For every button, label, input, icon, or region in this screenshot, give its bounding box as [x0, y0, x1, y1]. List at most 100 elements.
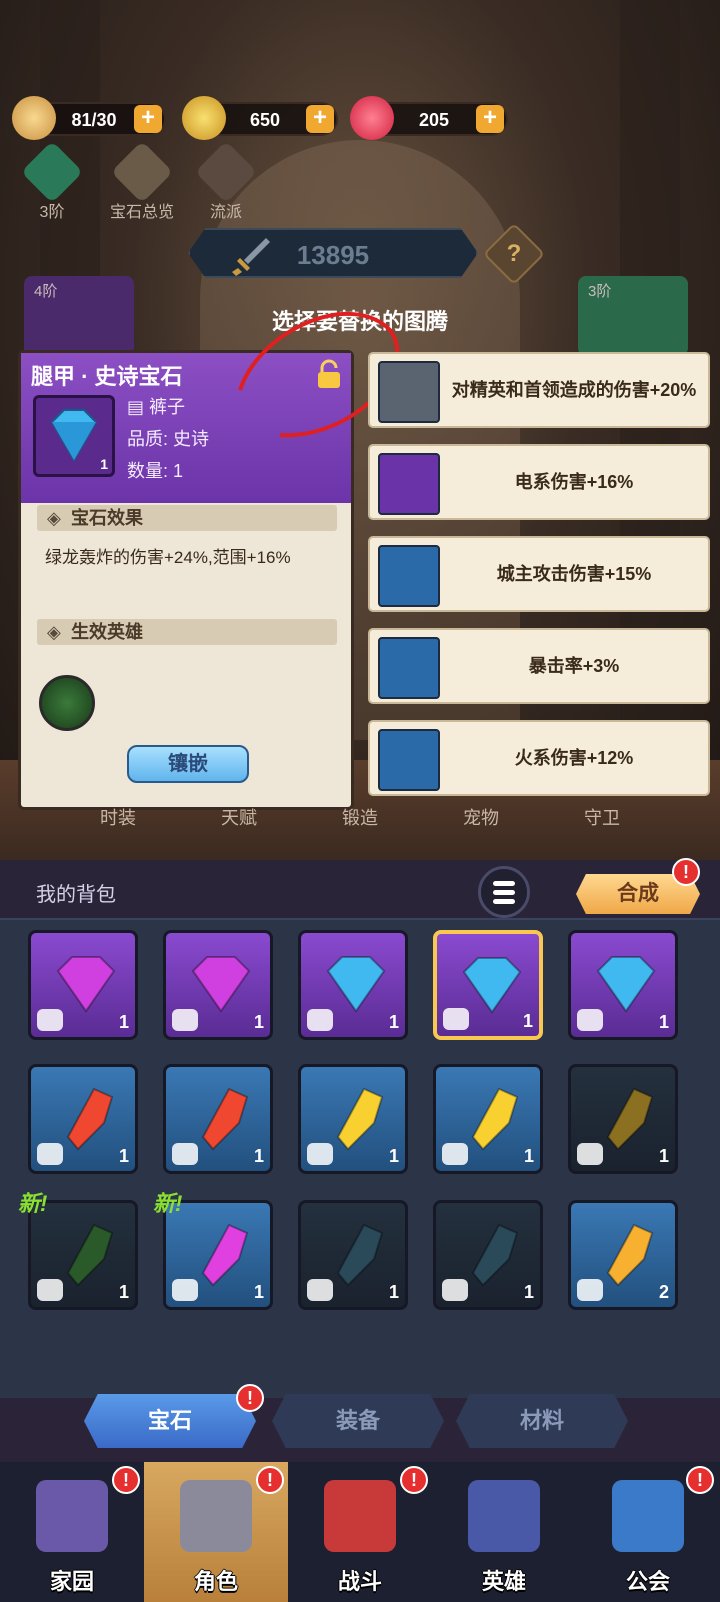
sub-tabs: 时装 天赋 锻造 宠物 守卫: [100, 804, 620, 834]
red-gem-icon: [350, 96, 394, 140]
menu-line: [493, 890, 515, 895]
slot-count: 1: [388, 1282, 399, 1302]
gold-coin-icon: [182, 96, 226, 140]
nav-label: 角色: [193, 1569, 238, 1594]
option-text: 暴击率+3%: [528, 656, 620, 676]
resource-value: 81/30: [71, 110, 117, 130]
helmet-icon: [180, 1480, 252, 1552]
sort-menu-button[interactable]: [478, 866, 530, 918]
slot-count: 1: [388, 1146, 399, 1166]
menu-line: [493, 899, 515, 904]
tab-material[interactable]: 材料: [456, 1394, 628, 1448]
slot-count: 1: [522, 1011, 533, 1031]
alert-badge: !: [686, 1466, 714, 1494]
equip-type-icon: [577, 1143, 603, 1165]
option-item[interactable]: 暴击率+3%: [368, 628, 710, 704]
tab-talent[interactable]: 天赋: [221, 804, 257, 834]
inventory-slot[interactable]: 1: [28, 1064, 138, 1174]
effect-text: 绿龙轰炸的伤害+24%,范围+16%: [45, 548, 291, 567]
nav-label: 公会: [625, 1569, 670, 1594]
alert-badge: !: [672, 858, 700, 886]
slot-count: 1: [118, 1146, 129, 1166]
hero-icon: [468, 1480, 540, 1552]
slot-count: 1: [118, 1282, 129, 1302]
slot-count: 1: [658, 1012, 669, 1032]
new-label: 新!: [153, 1191, 183, 1216]
side-card-tier: 4阶: [34, 283, 58, 300]
tab-fashion[interactable]: 时装: [100, 804, 136, 834]
add-stamina-button[interactable]: +: [134, 105, 162, 133]
option-text: 电系伤害+16%: [514, 472, 634, 492]
hero-header: 生效英雄: [37, 619, 337, 645]
inventory-slot[interactable]: 1: [28, 930, 138, 1040]
inventory-slot[interactable]: 1: [163, 930, 273, 1040]
equip-type-icon: [307, 1009, 333, 1031]
slot-count: 1: [253, 1282, 264, 1302]
equip-type-icon: [577, 1279, 603, 1301]
resource-stamina: 81/30 +: [12, 96, 166, 140]
option-item[interactable]: 城主攻击伤害+15%: [368, 536, 710, 612]
gem-overview-icon: [110, 140, 174, 204]
tab-gem[interactable]: 宝石: [84, 1394, 256, 1448]
inventory-slot[interactable]: 1: [568, 1064, 678, 1174]
inventory-slot[interactable]: 1: [298, 1200, 408, 1310]
equip-type-icon: [172, 1279, 198, 1301]
option-text: 对精英和首领造成的伤害+20%: [451, 380, 697, 400]
option-item[interactable]: 电系伤害+16%: [368, 444, 710, 520]
inventory-slot[interactable]: 1: [568, 930, 678, 1040]
inventory-slot[interactable]: 2: [568, 1200, 678, 1310]
tier-button[interactable]: 3阶: [12, 140, 92, 222]
inlay-button[interactable]: 镶嵌: [127, 745, 249, 783]
option-item[interactable]: 火系伤害+12%: [368, 720, 710, 796]
quality: 品质: 史诗: [127, 429, 210, 449]
tab-guard[interactable]: 守卫: [584, 804, 620, 834]
slot-name: ▤ 裤子: [127, 397, 186, 417]
nav-hero[interactable]: 英雄: [432, 1462, 576, 1602]
effect-header: 宝石效果: [37, 505, 337, 531]
nav-label: 战斗: [337, 1569, 382, 1594]
option-text: 火系伤害+12%: [514, 748, 634, 768]
inventory-slot[interactable]: 1: [298, 930, 408, 1040]
inventory-slot[interactable]: 1: [163, 1064, 273, 1174]
gem-overview-button[interactable]: 宝石总览: [96, 140, 188, 222]
hero-avatar[interactable]: [39, 675, 95, 731]
resource-gold: 650 +: [182, 96, 338, 140]
slot-count: 2: [658, 1282, 669, 1302]
quantity: 数量: 1: [127, 461, 184, 481]
add-gold-button[interactable]: +: [306, 105, 334, 133]
inventory-slot[interactable]: 1: [433, 930, 543, 1040]
option-item[interactable]: 对精英和首领造成的伤害+20%: [368, 352, 710, 428]
equip-type-icon: [37, 1009, 63, 1031]
tab-equipment[interactable]: 装备: [272, 1394, 444, 1448]
resource-value: 205: [418, 110, 450, 130]
equip-type-icon: [577, 1009, 603, 1031]
slot-name-text: 裤子: [149, 397, 186, 417]
option-gem-icon: [378, 545, 440, 607]
inventory-slot[interactable]: 1: [433, 1064, 543, 1174]
detail-gem-slot: 1: [33, 395, 115, 477]
school-label: 流派: [209, 204, 242, 221]
option-gem-icon: [378, 637, 440, 699]
alert-badge: !: [236, 1384, 264, 1412]
guild-banner-icon: [612, 1480, 684, 1552]
option-text: 城主攻击伤害+15%: [496, 564, 652, 584]
school-button[interactable]: 流派: [186, 140, 266, 222]
slot-count: 1: [253, 1146, 264, 1166]
menu-line: [493, 881, 515, 886]
add-gem-button[interactable]: +: [476, 105, 504, 133]
slot-count: 1: [388, 1012, 399, 1032]
slot-count: 1: [253, 1012, 264, 1032]
equip-type-icon: [307, 1143, 333, 1165]
tab-pet[interactable]: 宠物: [463, 804, 499, 834]
inventory-slot[interactable]: 1: [298, 1064, 408, 1174]
bag-title: 我的背包: [36, 884, 116, 906]
equip-type-icon: [442, 1143, 468, 1165]
dragon-icon: [324, 1480, 396, 1552]
detail-title: 腿甲 · 史诗宝石: [31, 364, 183, 389]
bread-icon: [12, 96, 56, 140]
tier-label: 3阶: [39, 204, 65, 221]
nav-label: 家园: [49, 1569, 94, 1594]
tab-forge[interactable]: 锻造: [342, 804, 378, 834]
inventory-slot[interactable]: 1: [433, 1200, 543, 1310]
slot-count: 1: [523, 1282, 534, 1302]
